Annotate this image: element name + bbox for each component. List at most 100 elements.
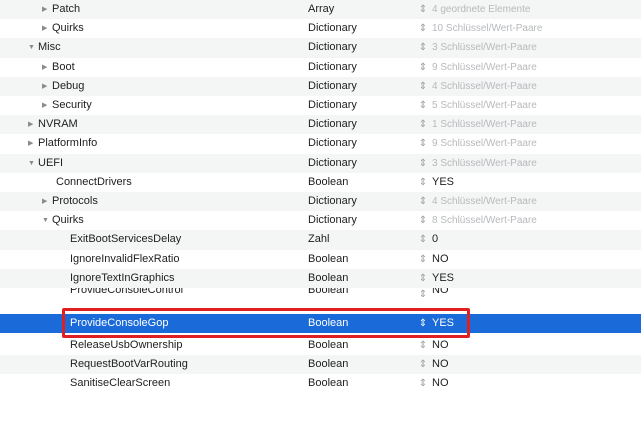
disclosure-expanded-icon[interactable]: ▼ (42, 211, 52, 230)
row-value-label[interactable]: NO (432, 336, 449, 355)
row-key-cell: ▶ Debug (42, 77, 84, 96)
plist-row[interactable]: ▶ PlatformInfo Dictionary ⇕ 9 Schlüssel/Wert… (0, 134, 641, 154)
row-type-label[interactable]: Boolean (308, 250, 348, 269)
disclosure-collapsed-icon[interactable]: ▶ (28, 134, 38, 153)
plist-row[interactable]: IgnoreTextInGraphics Boolean ⇕ YES (0, 268, 641, 288)
value-stepper-icon[interactable]: ⇕ (418, 58, 428, 77)
row-type-label[interactable]: Dictionary (308, 58, 357, 77)
value-stepper-icon[interactable]: ⇕ (418, 288, 428, 297)
row-value-label[interactable]: 4 Schlüssel/Wert-Paare (432, 77, 537, 96)
disclosure-collapsed-icon[interactable]: ▶ (42, 96, 52, 115)
row-type-label[interactable]: Boolean (308, 288, 348, 297)
row-value-label[interactable]: NO (432, 288, 449, 297)
row-key-label: Patch (52, 3, 81, 15)
plist-row[interactable]: ProvideConsoleGop Boolean ⇕ YES (0, 314, 641, 333)
row-type-label[interactable]: Dictionary (308, 19, 357, 38)
value-stepper-icon[interactable]: ⇕ (418, 355, 428, 374)
disclosure-collapsed-icon[interactable]: ▶ (28, 115, 38, 134)
value-stepper-icon[interactable]: ⇕ (418, 0, 428, 19)
plist-row[interactable]: ▶ Debug Dictionary ⇕ 4 Schlüssel/Wert-Paare (0, 76, 641, 96)
disclosure-collapsed-icon[interactable]: ▶ (42, 58, 52, 77)
row-value-label[interactable]: 0 (432, 230, 438, 249)
row-key-cell: ▶ Patch (42, 0, 80, 19)
row-value-label[interactable]: YES (432, 269, 454, 288)
plist-row[interactable]: ▶ Protocols Dictionary ⇕ 4 Schlüssel/Wert-Pa… (0, 192, 641, 212)
value-stepper-icon[interactable]: ⇕ (418, 38, 428, 57)
row-value-label[interactable]: 3 Schlüssel/Wert-Paare (432, 154, 537, 173)
row-key-label: ProvideConsoleControl (70, 288, 184, 296)
value-stepper-icon[interactable]: ⇕ (418, 269, 428, 288)
plist-row[interactable]: ▶ Quirks Dictionary ⇕ 10 Schlüssel/Wert-Paar… (0, 19, 641, 39)
plist-row[interactable]: ProvideConsoleControl Boolean ⇕ NO (0, 288, 641, 297)
value-stepper-icon[interactable]: ⇕ (418, 77, 428, 96)
row-value-label[interactable]: 4 Schlüssel/Wert-Paare (432, 192, 537, 211)
row-key-label: ConnectDrivers (56, 175, 132, 188)
row-type-label[interactable]: Dictionary (308, 115, 357, 134)
row-type-label[interactable]: Boolean (308, 269, 348, 288)
plist-row[interactable]: IgnoreInvalidFlexRatio Boolean ⇕ NO (0, 249, 641, 269)
plist-row[interactable]: ▶ Patch Array ⇕ 4 geordnete Elemente (0, 0, 641, 20)
plist-row[interactable]: ▶ NVRAM Dictionary ⇕ 1 Schlüssel/Wert-Paare (0, 115, 641, 135)
row-key-label: ExitBootServicesDelay (70, 233, 182, 246)
row-type-label[interactable]: Boolean (308, 355, 348, 374)
row-key-cell: ConnectDrivers (56, 173, 132, 192)
value-stepper-icon[interactable]: ⇕ (418, 173, 428, 192)
disclosure-collapsed-icon[interactable]: ▶ (42, 77, 52, 96)
row-type-label[interactable]: Dictionary (308, 134, 357, 153)
row-type-label[interactable]: Dictionary (308, 38, 357, 57)
row-key-cell: ▶ NVRAM (28, 115, 78, 134)
plist-row[interactable]: ConnectDrivers Boolean ⇕ YES (0, 172, 641, 192)
row-value-label[interactable]: YES (432, 314, 454, 333)
value-stepper-icon[interactable]: ⇕ (418, 336, 428, 355)
value-stepper-icon[interactable]: ⇕ (418, 211, 428, 230)
plist-row[interactable]: ▶ Boot Dictionary ⇕ 9 Schlüssel/Wert-Paare (0, 57, 641, 77)
row-key-label: Boot (52, 60, 75, 73)
disclosure-collapsed-icon[interactable]: ▶ (42, 192, 52, 211)
row-key-label: Debug (52, 79, 85, 92)
value-stepper-icon[interactable]: ⇕ (418, 154, 428, 173)
plist-row[interactable]: ▶ Security Dictionary ⇕ 5 Schlüssel/Wert-Paa… (0, 96, 641, 116)
row-type-label[interactable]: Boolean (308, 173, 348, 192)
disclosure-collapsed-icon[interactable]: ▶ (42, 19, 52, 38)
row-value-label[interactable]: 9 Schlüssel/Wert-Paare (432, 134, 537, 153)
disclosure-collapsed-icon[interactable]: ▶ (42, 0, 52, 19)
value-stepper-icon[interactable]: ⇕ (418, 250, 428, 269)
row-value-label[interactable]: 4 geordnete Elemente (432, 0, 530, 19)
row-value-label[interactable]: 10 Schlüssel/Wert-Paare (432, 19, 542, 38)
row-key-label: ReleaseUsbOwnership (70, 339, 183, 351)
row-key-label: RequestBootVarRouting (70, 358, 188, 370)
plist-row[interactable]: ▼ UEFI Dictionary ⇕ 3 Schlüssel/Wert-Paare (0, 153, 641, 173)
plist-row[interactable]: ExitBootServicesDelay Zahl ⇕ 0 (0, 230, 641, 250)
value-stepper-icon[interactable]: ⇕ (418, 19, 428, 38)
plist-row[interactable]: RequestBootVarRouting Boolean ⇕ NO (0, 355, 641, 375)
plist-row[interactable]: ▼ Misc Dictionary ⇕ 3 Schlüssel/Wert-Paare (0, 38, 641, 58)
row-type-label[interactable]: Boolean (308, 336, 348, 355)
row-value-label[interactable]: NO (432, 355, 449, 374)
row-value-label[interactable]: YES (432, 173, 454, 192)
row-value-label[interactable]: 1 Schlüssel/Wert-Paare (432, 115, 537, 134)
row-value-label[interactable]: 8 Schlüssel/Wert-Paare (432, 211, 537, 230)
value-stepper-icon[interactable]: ⇕ (418, 314, 428, 333)
row-key-label: NVRAM (38, 118, 78, 131)
row-value-label[interactable]: 5 Schlüssel/Wert-Paare (432, 96, 537, 115)
row-type-label[interactable]: Dictionary (308, 211, 357, 230)
row-type-label[interactable]: Dictionary (308, 77, 357, 96)
row-value-label[interactable]: 3 Schlüssel/Wert-Paare (432, 38, 537, 57)
row-type-label[interactable]: Zahl (308, 230, 329, 249)
row-type-label[interactable]: Boolean (308, 314, 348, 333)
plist-row[interactable]: ▼ Quirks Dictionary ⇕ 8 Schlüssel/Wert-Paare (0, 211, 641, 231)
value-stepper-icon[interactable]: ⇕ (418, 134, 428, 153)
value-stepper-icon[interactable]: ⇕ (418, 115, 428, 134)
row-type-label[interactable]: Dictionary (308, 192, 357, 211)
row-value-label[interactable]: NO (432, 250, 449, 269)
row-value-label[interactable]: 9 Schlüssel/Wert-Paare (432, 58, 537, 77)
value-stepper-icon[interactable]: ⇕ (418, 192, 428, 211)
disclosure-expanded-icon[interactable]: ▼ (28, 38, 38, 57)
value-stepper-icon[interactable]: ⇕ (418, 96, 428, 115)
row-type-label[interactable]: Dictionary (308, 96, 357, 115)
plist-row[interactable]: ReleaseUsbOwnership Boolean ⇕ NO (0, 336, 641, 356)
row-type-label[interactable]: Dictionary (308, 154, 357, 173)
value-stepper-icon[interactable]: ⇕ (418, 230, 428, 249)
row-type-label[interactable]: Array (308, 0, 334, 19)
disclosure-expanded-icon[interactable]: ▼ (28, 154, 38, 173)
